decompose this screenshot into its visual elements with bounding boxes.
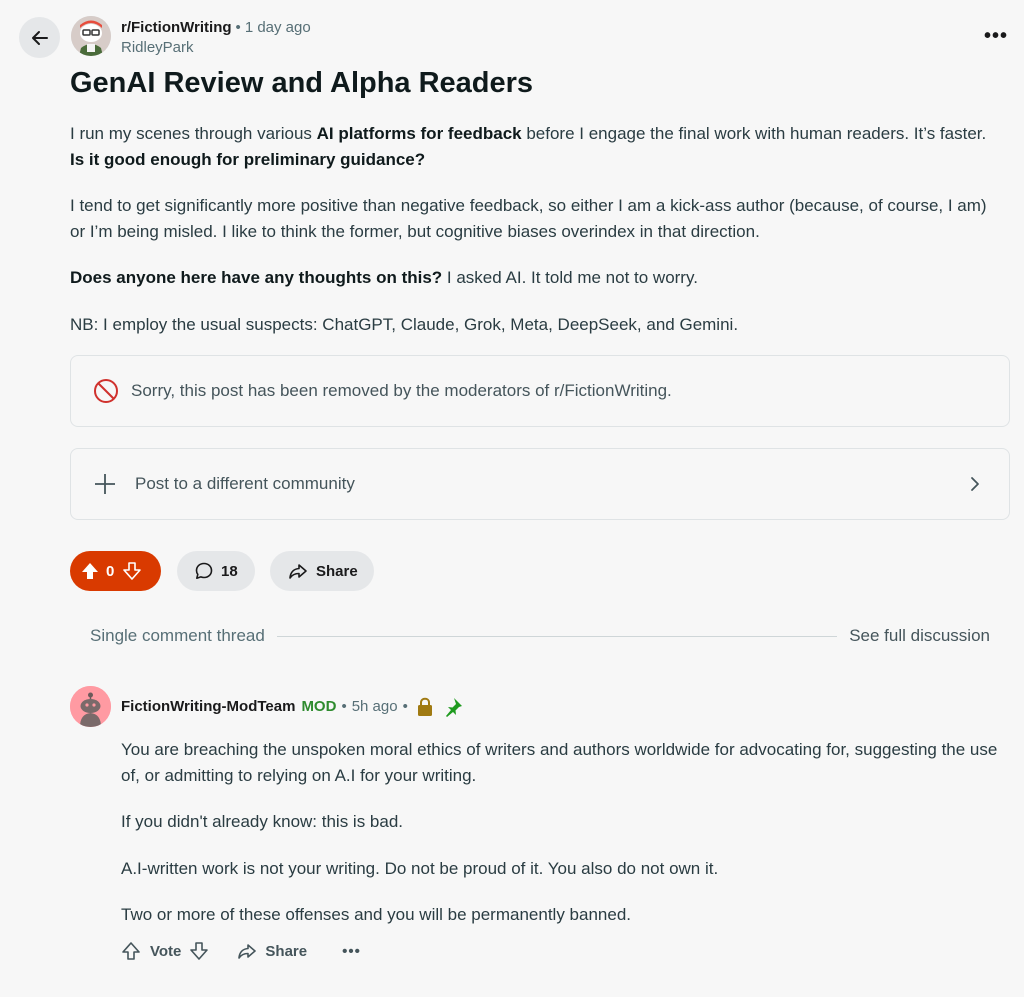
crosspost-button[interactable]: Post to a different community — [70, 448, 1010, 520]
removed-notice-text: Sorry, this post has been removed by the… — [131, 381, 672, 400]
post-paragraph: I run my scenes through various AI platf… — [70, 121, 1005, 172]
chevron-right-icon — [971, 477, 979, 491]
share-icon — [289, 564, 307, 579]
crosspost-label: Post to a different community — [135, 474, 355, 493]
comment-username[interactable]: FictionWriting-ModTeam — [121, 697, 295, 717]
comment-paragraph: Two or more of these offenses and you wi… — [121, 905, 631, 924]
single-thread-label: Single comment thread — [90, 626, 265, 645]
post-author[interactable]: RidleyPark — [121, 39, 194, 56]
share-button[interactable]: Share — [270, 551, 374, 591]
bold-text: Does anyone here have any thoughts on th… — [70, 268, 443, 287]
comment-time: 5h ago — [351, 698, 398, 715]
meta-separator: • — [341, 698, 347, 715]
thread-divider — [276, 635, 838, 637]
comment-actions: Vote Share ••• — [121, 938, 361, 964]
comments-button[interactable]: 18 — [177, 551, 255, 591]
comment-icon — [195, 562, 213, 579]
removed-notice: Sorry, this post has been removed by the… — [70, 355, 1010, 427]
plus-icon — [95, 474, 115, 494]
comment-vote-label: Vote — [150, 942, 182, 960]
upvote-icon[interactable] — [121, 941, 141, 961]
post-paragraph: NB: I employ the usual suspects: ChatGPT… — [70, 314, 739, 334]
post-body: I run my scenes through various AI platf… — [70, 121, 1005, 358]
comment-share-button[interactable]: Share — [237, 941, 307, 961]
avatar[interactable] — [70, 686, 111, 727]
meta-separator: • — [402, 698, 408, 715]
vote-count: 0 — [106, 562, 115, 580]
lock-icon — [417, 697, 432, 716]
post-paragraph: Does anyone here have any thoughts on th… — [70, 265, 1005, 291]
share-icon — [238, 944, 257, 959]
subreddit-link[interactable]: r/FictionWriting — [121, 19, 232, 36]
text-run: I run my scenes through various — [70, 124, 317, 143]
downvote-icon[interactable] — [189, 941, 209, 961]
post-title: GenAI Review and Alpha Readers — [70, 67, 534, 99]
see-full-discussion-link[interactable]: See full discussion — [849, 626, 990, 646]
comment-paragraph: You are breaching the unspoken moral eth… — [121, 740, 998, 785]
comment-more-button[interactable]: ••• — [342, 943, 361, 960]
post-meta: r/FictionWriting • 1 day ago — [121, 18, 311, 38]
bold-text: Is it good enough for preliminary guidan… — [70, 149, 426, 169]
removed-icon — [94, 379, 118, 403]
share-label: Share — [316, 562, 358, 580]
text-run: I asked AI. It told me not to worry. — [442, 268, 698, 287]
thread-bar: Single comment thread See full discussio… — [90, 625, 990, 647]
meta-separator: • — [235, 19, 241, 36]
bold-text: AI platforms for feedback — [316, 124, 522, 143]
comment-meta: FictionWriting-ModTeam MOD • 5h ago • — [121, 696, 464, 718]
mod-badge: MOD — [301, 698, 337, 715]
post-paragraph: I tend to get significantly more positiv… — [70, 196, 987, 241]
upvote-icon[interactable] — [80, 561, 100, 581]
comment-paragraph: A.I-written work is not your writing. Do… — [121, 858, 719, 878]
back-button[interactable] — [19, 17, 60, 58]
post-time: 1 day ago — [244, 19, 311, 36]
post-more-button[interactable]: ••• — [984, 25, 1008, 48]
comment-body: You are breaching the unspoken moral eth… — [121, 737, 1001, 949]
snoo-avatar-icon — [70, 686, 111, 727]
vote-control: 0 — [70, 551, 161, 591]
snoo-writer-icon — [71, 16, 111, 56]
pin-icon — [445, 698, 462, 717]
back-arrow-icon — [31, 30, 48, 45]
text-run: before I engage the final work with huma… — [521, 124, 987, 143]
comment-share-label: Share — [265, 942, 308, 960]
downvote-icon[interactable] — [122, 561, 142, 581]
comment-paragraph: If you didn't already know: this is bad. — [121, 812, 404, 831]
comment-count: 18 — [221, 562, 238, 580]
subreddit-avatar[interactable] — [71, 16, 111, 56]
